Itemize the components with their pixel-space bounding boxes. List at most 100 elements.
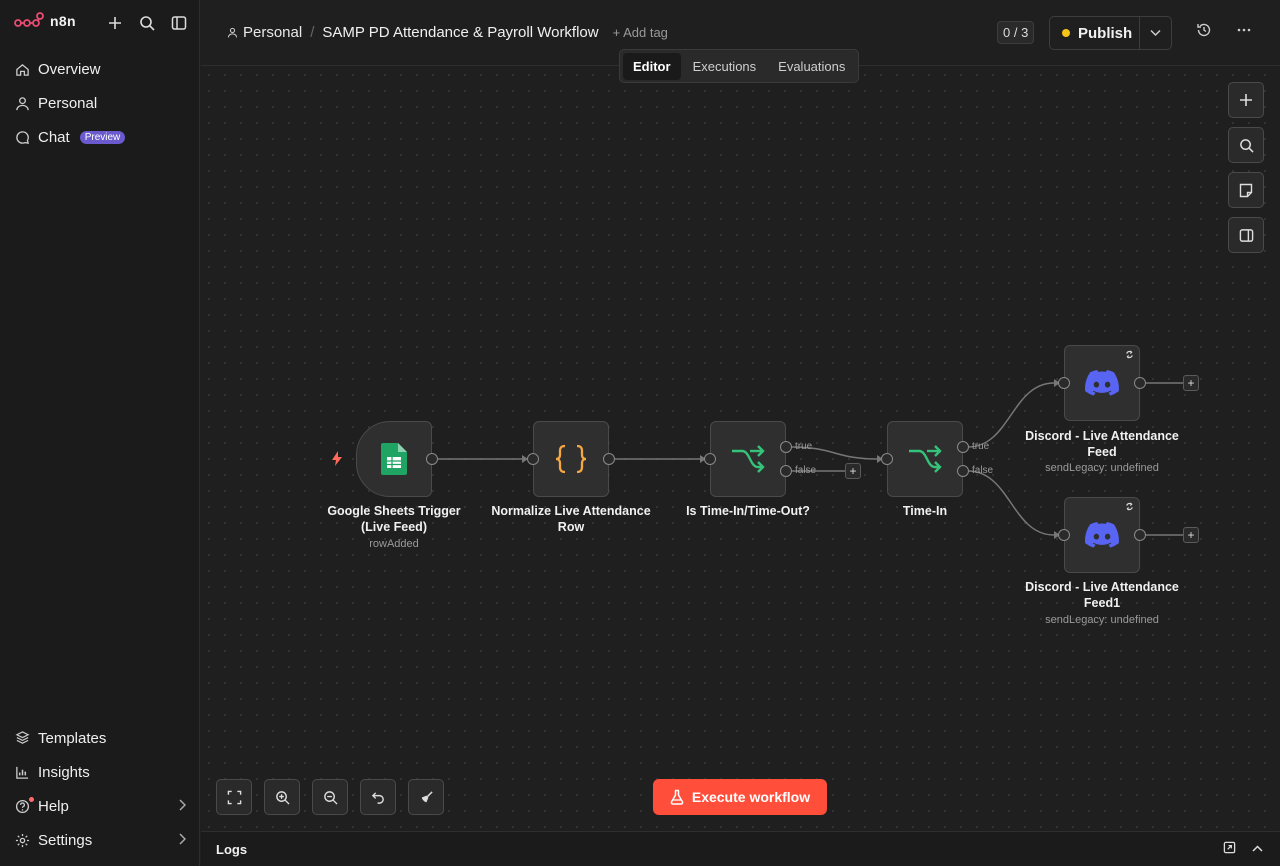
search-nodes-button[interactable] [1228, 127, 1264, 163]
sidebar-item-chat[interactable]: Chat Preview [0, 120, 200, 154]
logs-panel[interactable]: Logs [201, 831, 1280, 866]
search-icon[interactable] [136, 12, 158, 34]
more-options-icon[interactable] [1236, 22, 1252, 43]
user-icon [227, 27, 238, 38]
breadcrumb-personal-label: Personal [243, 24, 303, 41]
sidebar-item-insights[interactable]: Insights [0, 755, 200, 789]
sidebar: n8n Overview Personal Chat Preview Templ… [0, 0, 200, 866]
false-output-port[interactable] [957, 465, 969, 477]
view-tabs: Editor Executions Evaluations [619, 49, 860, 83]
output-port[interactable] [426, 453, 438, 465]
input-port[interactable] [527, 453, 539, 465]
chevron-down-icon [1150, 29, 1161, 37]
popout-icon[interactable] [1223, 841, 1236, 859]
publish-options-button[interactable] [1139, 17, 1171, 49]
history-icon[interactable] [1196, 22, 1212, 43]
sticky-note-icon [1239, 183, 1253, 197]
input-port[interactable] [1058, 377, 1070, 389]
google-sheets-icon [381, 443, 407, 475]
box-icon [14, 730, 30, 746]
zoom-out-button[interactable] [312, 779, 348, 815]
node-label: Discord - Live Attendance Feed [1025, 429, 1179, 459]
breadcrumb-personal[interactable]: Personal [227, 24, 302, 41]
fit-view-button[interactable] [216, 779, 252, 815]
zoom-in-button[interactable] [264, 779, 300, 815]
input-port[interactable] [881, 453, 893, 465]
brand-name: n8n [50, 13, 76, 29]
false-port-label: false [795, 465, 817, 476]
retry-icon [1125, 350, 1134, 362]
n8n-logo-icon [14, 12, 44, 27]
breadcrumb-separator: / [310, 24, 315, 41]
node-subtitle: rowAdded [369, 538, 419, 550]
sidebar-item-label: Personal [38, 94, 98, 112]
sticky-note-button[interactable] [1228, 172, 1264, 208]
execute-workflow-label: Execute workflow [691, 789, 811, 805]
node-discord-live-attendance-feed[interactable] [1064, 345, 1140, 421]
canvas-side-toolbar [1228, 82, 1264, 253]
sidebar-item-label: Help [38, 797, 69, 815]
true-output-port[interactable] [957, 441, 969, 453]
false-port-label: false [972, 465, 994, 476]
status-dot [1062, 29, 1070, 37]
sidebar-item-overview[interactable]: Overview [0, 52, 200, 86]
node-normalize[interactable] [533, 421, 609, 497]
sidebar-item-personal[interactable]: Personal [0, 86, 200, 120]
collapse-sidebar-icon[interactable] [168, 12, 190, 34]
node-discord-live-attendance-feed1[interactable] [1064, 497, 1140, 573]
node-time-in[interactable] [887, 421, 963, 497]
add-node-button[interactable]: + [1183, 527, 1199, 543]
retry-icon [1125, 502, 1134, 514]
input-port[interactable] [1058, 529, 1070, 541]
gear-icon [14, 832, 30, 848]
chevron-up-icon[interactable] [1252, 841, 1263, 859]
add-node-toolbar-button[interactable] [1228, 82, 1264, 118]
execute-workflow-button[interactable]: Execute workflow [653, 779, 827, 815]
publish-button[interactable]: Publish [1050, 17, 1139, 49]
tab-executions[interactable]: Executions [683, 53, 767, 80]
logs-title: Logs [216, 842, 248, 857]
if-branch-icon [909, 445, 942, 473]
sidebar-item-help[interactable]: Help [0, 789, 200, 823]
true-port-label: true [972, 441, 990, 452]
sidebar-item-settings[interactable]: Settings [0, 823, 200, 857]
node-subtitle: sendLegacy: undefined [1045, 462, 1159, 474]
sidebar-item-templates[interactable]: Templates [0, 721, 200, 755]
tidy-up-button[interactable] [408, 779, 444, 815]
node-is-time-in-time-out[interactable] [710, 421, 786, 497]
node-label: Time-In [902, 504, 948, 518]
add-node-button[interactable]: + [1183, 375, 1199, 391]
preview-badge: Preview [79, 130, 126, 144]
node-label: Normalize Live Attendance Row [491, 504, 651, 534]
if-branch-icon [732, 445, 765, 473]
zoom-out-icon [323, 790, 338, 805]
chat-icon [14, 129, 30, 145]
tab-evaluations[interactable]: Evaluations [768, 53, 855, 80]
fit-view-icon [227, 790, 241, 804]
toggle-panel-button[interactable] [1228, 217, 1264, 253]
panel-icon [1239, 228, 1253, 242]
sidebar-item-label: Insights [38, 763, 90, 781]
undo-button[interactable] [360, 779, 396, 815]
workflow-title[interactable]: SAMP PD Attendance & Payroll Workflow [322, 24, 598, 41]
sidebar-item-label: Templates [38, 729, 107, 747]
output-port[interactable] [603, 453, 615, 465]
add-icon[interactable] [104, 12, 126, 34]
output-port[interactable] [1134, 529, 1146, 541]
add-tag-button[interactable]: + Add tag [613, 25, 668, 40]
add-node-button[interactable]: + [845, 463, 861, 479]
brand-logo[interactable]: n8n [14, 12, 76, 30]
chevron-right-icon [178, 798, 187, 815]
notification-dot [29, 797, 34, 802]
false-output-port[interactable] [780, 465, 792, 477]
canvas-zoom-toolbar [216, 779, 444, 815]
true-port-label: true [795, 441, 813, 452]
input-port[interactable] [704, 453, 716, 465]
output-port[interactable] [1134, 377, 1146, 389]
true-output-port[interactable] [780, 441, 792, 453]
help-icon [14, 798, 30, 814]
trigger-bolt-icon [332, 451, 342, 466]
chart-icon [14, 764, 30, 780]
tab-editor[interactable]: Editor [623, 52, 681, 80]
node-google-sheets-trigger[interactable] [356, 421, 432, 497]
